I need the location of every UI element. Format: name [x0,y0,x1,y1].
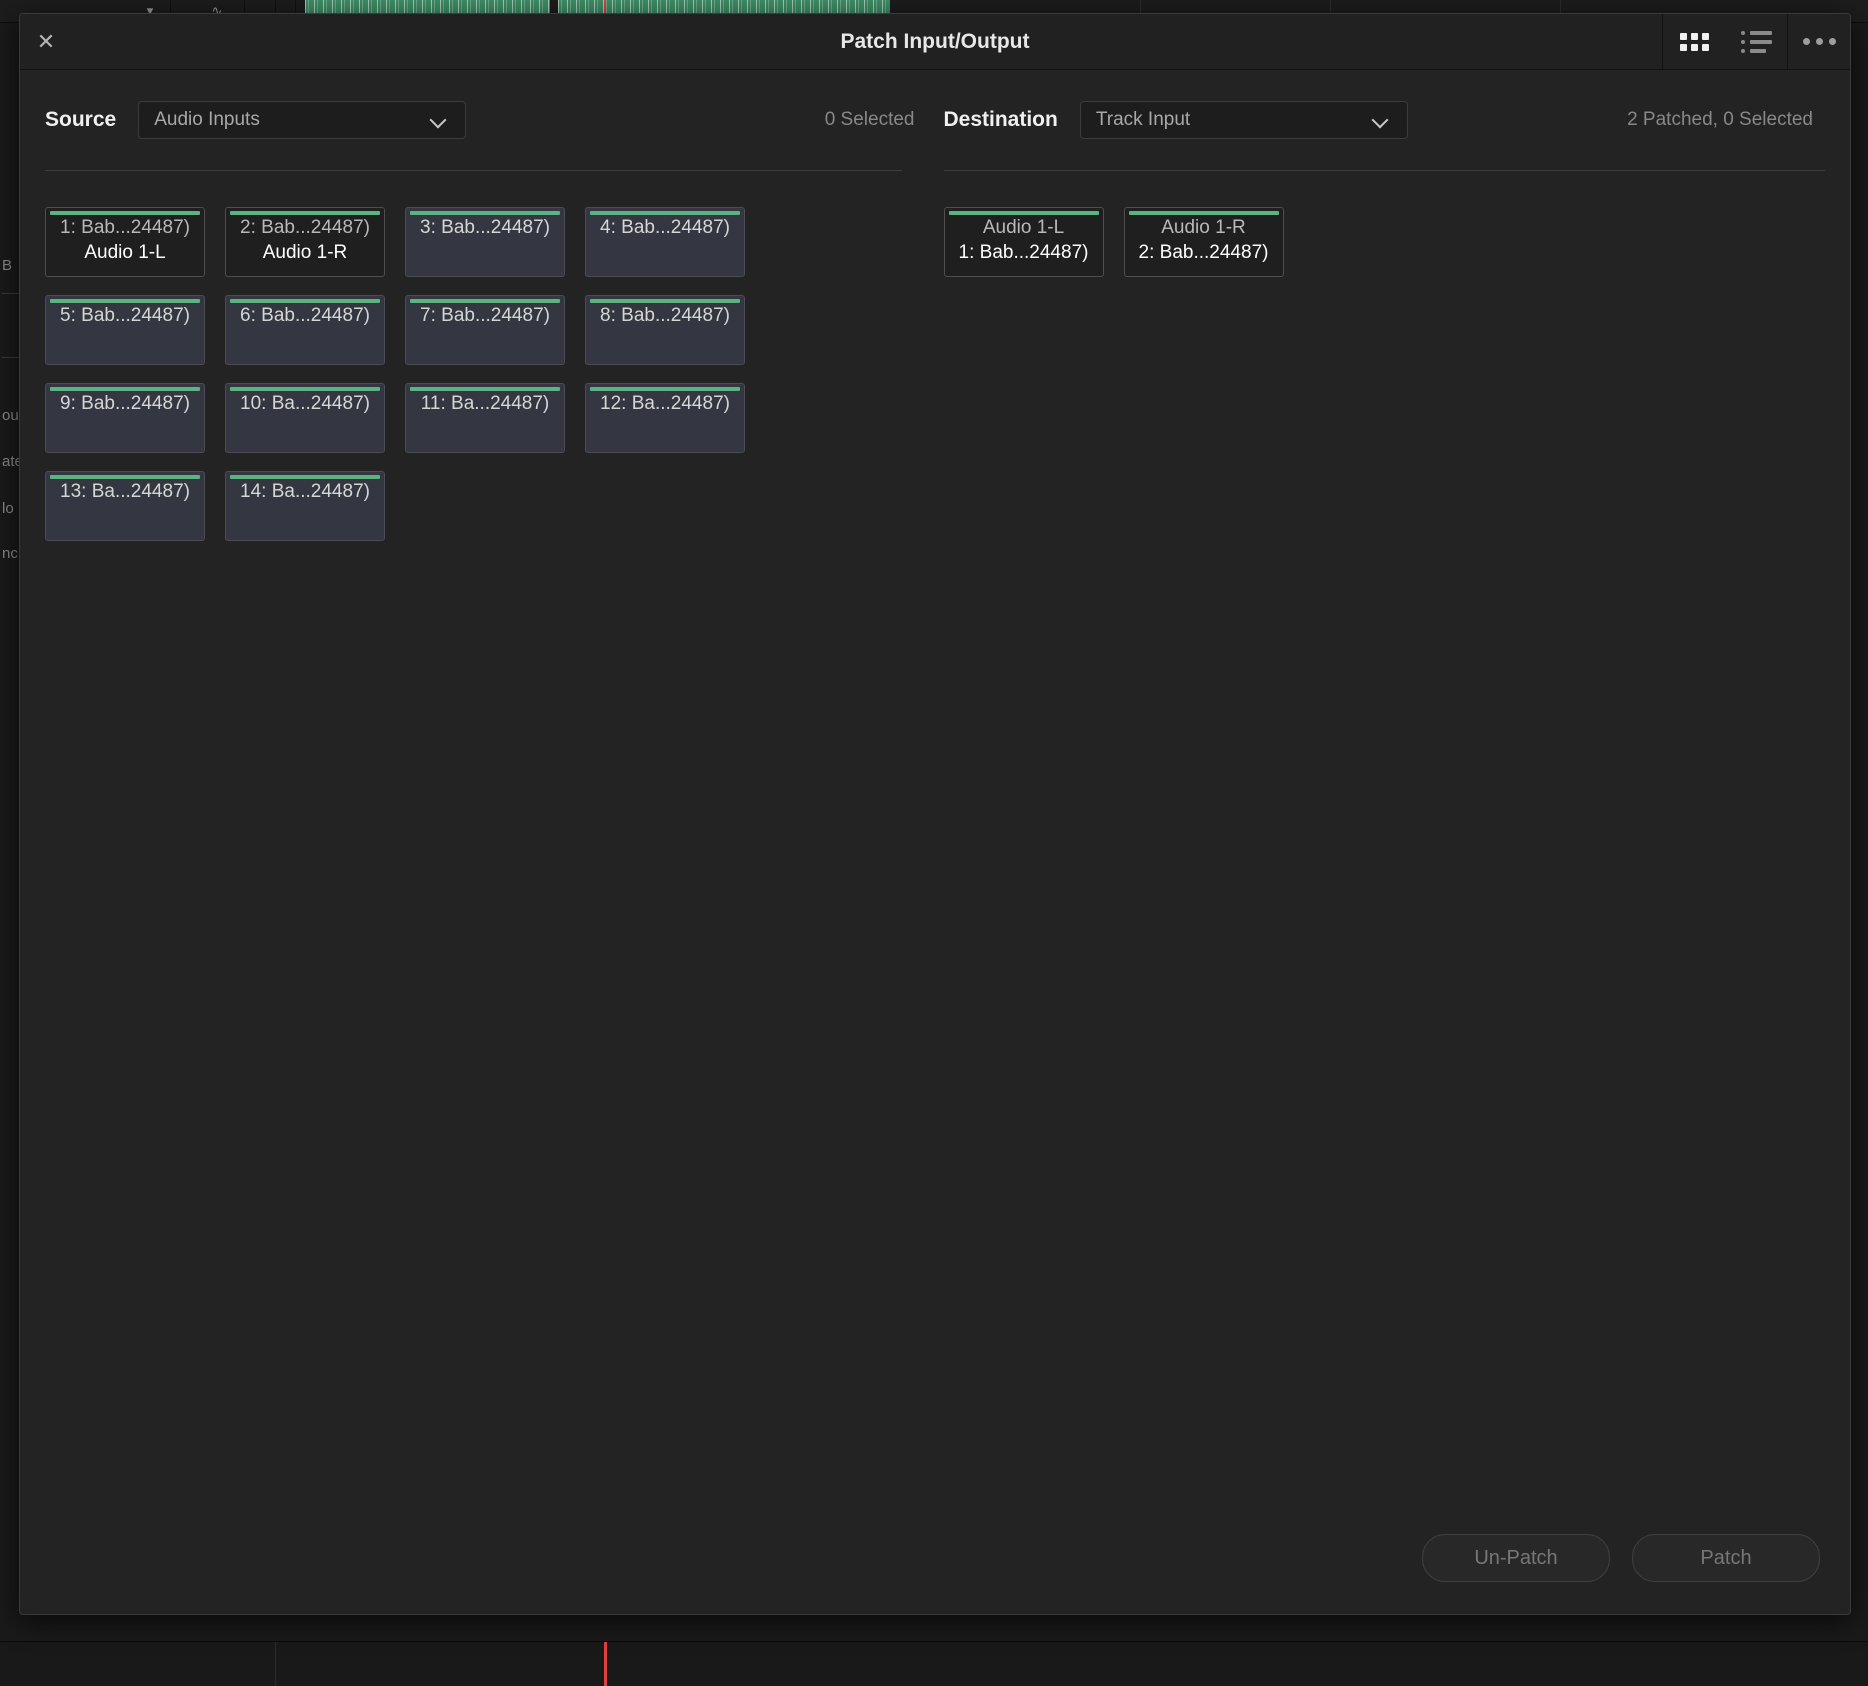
tile-primary-label: 7: Bab...24487) [420,305,550,326]
source-tile-area: 1: Bab...24487) Audio 1-L 2: Bab...24487) A… [45,171,927,1502]
tile-primary-label: 4: Bab...24487) [600,217,730,238]
source-tile[interactable]: 8: Bab...24487) [585,295,745,365]
source-tile[interactable]: 4: Bab...24487) [585,207,745,277]
source-tile[interactable]: 13: Ba...24487) [45,471,205,541]
source-status: 0 Selected [824,109,915,130]
tile-primary-label: 10: Ba...24487) [240,393,370,414]
options-button[interactable] [1788,14,1850,69]
background-left-label-4: nc [2,545,18,562]
dialog-title: Patch Input/Output [840,29,1030,53]
destination-type-dropdown[interactable]: Track Input [1079,101,1408,139]
close-icon[interactable]: ✕ [20,14,72,69]
dialog-title-bar: ✕ Patch Input/Output [20,14,1850,70]
source-tile[interactable]: 5: Bab...24487) [45,295,205,365]
destination-tile[interactable]: Audio 1-R 2: Bab...24487) [1123,207,1284,277]
tile-secondary-label: 2: Bab...24487) [1138,242,1269,264]
un-patch-button[interactable]: Un-Patch [1422,1534,1610,1582]
source-tile[interactable]: 14: Ba...24487) [225,471,385,541]
source-tile-grid: 1: Bab...24487) Audio 1-L 2: Bab...24487) A… [45,207,771,541]
dialog-body: Source Audio Inputs 0 Selected 1: Bab...… [20,70,1850,1614]
tile-primary-label: 8: Bab...24487) [600,305,730,326]
tile-primary-label: 9: Bab...24487) [60,393,190,414]
tile-primary-label: 12: Ba...24487) [600,393,730,414]
source-tile[interactable]: 6: Bab...24487) [225,295,385,365]
tile-secondary-label: Audio 1-L [84,242,166,264]
background-left-label-1: ou [2,407,19,424]
source-tile[interactable]: 9: Bab...24487) [45,383,205,453]
destination-header: Destination Track Input 2 Patched, 0 Sel… [944,70,1826,170]
chevron-down-icon [1373,112,1389,128]
destination-tile-area: Audio 1-L 1: Bab...24487) Audio 1-R 2: Bab.… [943,171,1826,1502]
source-tile[interactable]: 1: Bab...24487) Audio 1-L [45,207,205,277]
destination-type-value: Track Input [1095,109,1191,130]
destination-status: 2 Patched, 0 Selected [1627,109,1813,130]
source-label: Source [45,108,117,131]
destination-panel: Destination Track Input 2 Patched, 0 Sel… [927,70,1851,1502]
source-type-value: Audio Inputs [154,109,260,130]
tile-secondary-label: Audio 1-R [262,242,348,264]
background-bottom-tick [604,1642,607,1686]
tile-primary-label: 14: Ba...24487) [240,481,370,502]
tile-primary-label: Audio 1-L [982,217,1065,238]
patch-input-output-dialog: ✕ Patch Input/Output Source Audio Inputs… [19,13,1851,1615]
destination-tile-grid: Audio 1-L 1: Bab...24487) Audio 1-R 2: Bab.… [943,207,1826,277]
grid-view-icon [1679,32,1709,51]
tile-primary-label: 1: Bab...24487) [60,217,190,238]
source-tile[interactable]: 3: Bab...24487) [405,207,565,277]
tile-primary-label: 11: Ba...24487) [420,393,550,414]
source-tile[interactable]: 7: Bab...24487) [405,295,565,365]
tile-primary-label: 3: Bab...24487) [420,217,550,238]
dialog-footer: Un-Patch Patch [20,1502,1850,1614]
chevron-down-icon [431,112,447,128]
background-bottom-bar [0,1641,1868,1686]
background-left-label-0: B [2,257,13,274]
source-type-dropdown[interactable]: Audio Inputs [138,101,467,139]
tile-primary-label: 13: Ba...24487) [60,481,190,502]
source-header: Source Audio Inputs 0 Selected [45,70,927,170]
source-tile[interactable]: 10: Ba...24487) [225,383,385,453]
patch-button[interactable]: Patch [1632,1534,1820,1582]
ellipsis-icon [1802,38,1836,45]
destination-label: Destination [943,108,1058,131]
grid-view-button[interactable] [1663,14,1725,69]
source-tile[interactable]: 2: Bab...24487) Audio 1-R [225,207,385,277]
tile-primary-label: 6: Bab...24487) [240,305,370,326]
source-panel: Source Audio Inputs 0 Selected 1: Bab...… [20,70,927,1502]
titlebar-actions [1662,14,1850,69]
list-view-icon [1740,30,1772,53]
tile-primary-label: 5: Bab...24487) [60,305,190,326]
tile-primary-label: Audio 1-R [1161,217,1246,238]
source-tile[interactable]: 12: Ba...24487) [585,383,745,453]
patch-columns: Source Audio Inputs 0 Selected 1: Bab...… [20,70,1850,1502]
source-tile[interactable]: 11: Ba...24487) [405,383,565,453]
background-bottom-tick [275,1642,276,1686]
tile-primary-label: 2: Bab...24487) [240,217,370,238]
list-view-button[interactable] [1725,14,1787,69]
background-left-label-3: lo [2,500,14,517]
destination-tile[interactable]: Audio 1-L 1: Bab...24487) [943,207,1104,277]
tile-secondary-label: 1: Bab...24487) [958,242,1089,264]
